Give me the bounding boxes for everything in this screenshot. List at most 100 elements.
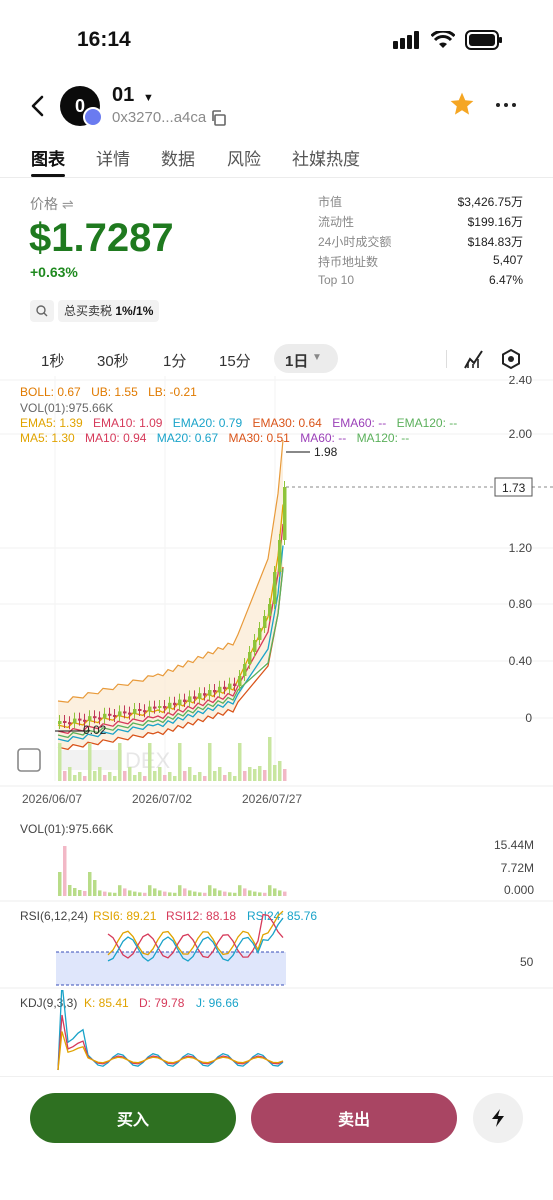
candle bbox=[133, 709, 137, 714]
swap-icon[interactable]: ⇌ bbox=[62, 196, 74, 212]
star-icon[interactable] bbox=[449, 91, 475, 117]
volume-bar bbox=[98, 767, 102, 781]
rsi-chart[interactable]: RSI(6,12,24) RSI6: 89.21 RSI12: 88.18 RS… bbox=[0, 903, 553, 989]
tab-risk[interactable]: 风险 bbox=[227, 145, 261, 170]
token-header: 0 01 ▼ 0x3270...a4ca bbox=[0, 80, 553, 135]
volume-bar bbox=[113, 776, 117, 781]
token-name[interactable]: 01 bbox=[112, 84, 134, 107]
volume-bar bbox=[228, 772, 232, 781]
sell-button[interactable]: 卖出 bbox=[251, 1093, 457, 1143]
volume-bar bbox=[93, 880, 97, 896]
chevron-down-icon[interactable]: ▼ bbox=[312, 352, 322, 363]
volume-bar bbox=[188, 890, 192, 896]
candle bbox=[248, 652, 252, 664]
tab-data[interactable]: 数据 bbox=[161, 145, 195, 170]
volume-bar bbox=[278, 761, 282, 781]
stat-value: 6.47% bbox=[488, 273, 523, 287]
ema20: EMA20: 0.79 bbox=[172, 416, 243, 430]
candle bbox=[213, 690, 217, 693]
candle bbox=[98, 717, 102, 720]
volume-bar bbox=[253, 891, 257, 896]
interval-1d[interactable]: 1日 bbox=[285, 350, 308, 371]
volume-bar bbox=[173, 892, 177, 896]
volume-bar bbox=[78, 772, 82, 781]
fullscreen-icon[interactable] bbox=[17, 748, 41, 772]
ema5: EMA5: 1.39 bbox=[20, 416, 83, 430]
dropdown-caret-icon[interactable]: ▼ bbox=[143, 92, 154, 104]
volume-bar bbox=[258, 766, 262, 781]
volume-bar bbox=[208, 743, 212, 781]
rsi12: RSI12: 88.18 bbox=[166, 909, 236, 923]
candle bbox=[113, 715, 117, 717]
volume-bar bbox=[143, 776, 147, 781]
volume-bar bbox=[273, 888, 277, 896]
volume-bar bbox=[218, 890, 222, 896]
candle bbox=[93, 716, 97, 719]
volume-bar bbox=[58, 743, 62, 781]
copy-icon[interactable] bbox=[210, 110, 226, 126]
interval-1s[interactable]: 1秒 bbox=[41, 350, 64, 371]
volume-bar bbox=[178, 743, 182, 781]
kdj-line bbox=[57, 1031, 284, 1071]
lightning-icon[interactable] bbox=[473, 1093, 523, 1143]
boll-fill bbox=[58, 440, 283, 749]
candle bbox=[218, 686, 222, 693]
rsi6: RSI6: 89.21 bbox=[93, 909, 157, 923]
candle bbox=[68, 722, 72, 725]
volume-bar bbox=[208, 885, 212, 896]
price-change: +0.63% bbox=[30, 264, 78, 280]
stat-value: $199.16万 bbox=[467, 215, 523, 229]
volume-chart[interactable]: VOL(01):975.66K 15.44M 7.72M 0.000 bbox=[0, 812, 553, 902]
volume-bar bbox=[148, 885, 152, 896]
volume-bar bbox=[263, 892, 267, 896]
volume-bar bbox=[198, 892, 202, 896]
volume-bar bbox=[68, 885, 72, 896]
volume-bar bbox=[213, 888, 217, 896]
watermark-text: DEX bbox=[125, 748, 171, 773]
tax-box[interactable]: 总买卖税 1%/1% bbox=[30, 300, 160, 322]
interval-1m[interactable]: 1分 bbox=[163, 350, 186, 371]
search-icon[interactable] bbox=[30, 300, 54, 322]
more-icon[interactable] bbox=[496, 103, 516, 107]
volume-bar bbox=[73, 775, 77, 781]
volume-bar bbox=[263, 770, 267, 781]
kdj-chart[interactable]: KDJ(9,3,3) K: 85.41 D: 79.78 J: 96.66 bbox=[0, 990, 553, 1076]
candle bbox=[208, 690, 212, 696]
settings-icon[interactable] bbox=[500, 348, 522, 370]
candle bbox=[153, 706, 157, 709]
stat-label: 市值 bbox=[318, 195, 343, 209]
volume-bar bbox=[213, 771, 217, 781]
candle bbox=[103, 713, 107, 719]
stat-label: Top 10 bbox=[318, 273, 355, 287]
volume-bar bbox=[98, 890, 102, 896]
volume-bar bbox=[278, 890, 282, 896]
interval-30s[interactable]: 30秒 bbox=[97, 350, 129, 371]
volume-bar bbox=[233, 776, 237, 781]
interval-15m[interactable]: 15分 bbox=[219, 350, 251, 371]
interval-bar: 1秒 30秒 1分 15分 1日 ▼ bbox=[0, 342, 553, 376]
volume-bar bbox=[248, 890, 252, 896]
volume-bar bbox=[238, 885, 242, 896]
back-icon[interactable] bbox=[26, 94, 50, 118]
volume-bar bbox=[233, 892, 237, 896]
volume-bar bbox=[218, 767, 222, 781]
tab-social[interactable]: 社媒热度 bbox=[292, 145, 360, 170]
tab-chart[interactable]: 图表 bbox=[31, 145, 65, 170]
vol-tick: 15.44M bbox=[494, 838, 534, 852]
buy-button[interactable]: 买入 bbox=[30, 1093, 236, 1143]
volume-bar bbox=[188, 767, 192, 781]
price-label[interactable]: 价格 ⇌ bbox=[30, 194, 74, 214]
rsi-title: RSI(6,12,24) bbox=[20, 909, 88, 923]
volume-bar bbox=[193, 775, 197, 781]
kdj-d: D: 79.78 bbox=[139, 996, 185, 1010]
kdj-title: KDJ(9,3,3) bbox=[20, 996, 77, 1010]
candle bbox=[178, 699, 182, 706]
candle bbox=[283, 487, 287, 540]
tab-details[interactable]: 详情 bbox=[96, 145, 130, 170]
indicator-icon[interactable] bbox=[463, 348, 485, 370]
candle bbox=[163, 706, 167, 709]
candle bbox=[58, 721, 62, 724]
tax-value: 1%/1% bbox=[115, 304, 154, 318]
volume-bar bbox=[83, 891, 87, 896]
vol-tick: 7.72M bbox=[501, 861, 534, 875]
